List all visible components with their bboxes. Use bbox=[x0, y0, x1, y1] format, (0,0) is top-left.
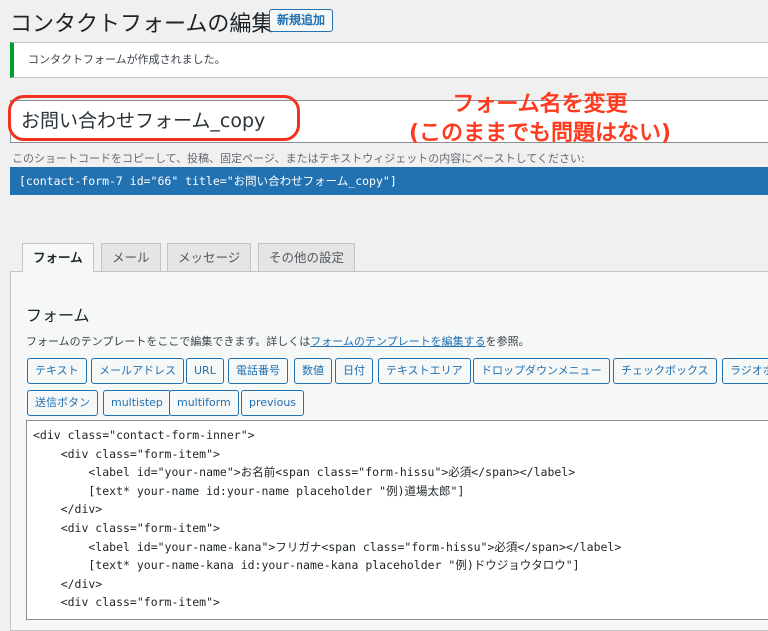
tag-button[interactable]: multiform bbox=[169, 390, 239, 416]
tag-button[interactable]: チェックボックス bbox=[613, 358, 717, 384]
tag-button[interactable]: URL bbox=[186, 358, 224, 384]
panel-description: フォームのテンプレートをここで編集できます。詳しくはフォームのテンプレートを編集… bbox=[26, 333, 530, 349]
code-line: <label id="your-name-kana">フリガナ<span cla… bbox=[33, 539, 622, 554]
code-line: <label id="your-name">お名前<span class="fo… bbox=[33, 465, 576, 480]
code-line: <div class="form-item"> bbox=[33, 446, 220, 461]
code-line: <div class="contact-form-inner"> bbox=[33, 428, 255, 442]
success-notice: コンタクトフォームが作成されました。 bbox=[10, 42, 768, 78]
annotation-line-2: (このままでも問題はない) bbox=[408, 121, 672, 146]
form-template-editor[interactable]: <div class="contact-form-inner"> <div cl… bbox=[26, 420, 768, 620]
annotation-line-1: フォーム名を変更 bbox=[452, 92, 628, 117]
tab-mail[interactable]: メール bbox=[101, 243, 161, 272]
tab-messages[interactable]: メッセージ bbox=[167, 243, 252, 272]
desc-text-end: を参照。 bbox=[485, 335, 530, 348]
tag-button[interactable]: ラジオボ bbox=[722, 358, 768, 384]
tag-button[interactable]: テキスト bbox=[27, 358, 87, 384]
tag-button[interactable]: テキストエリア bbox=[378, 358, 471, 384]
desc-text: フォームのテンプレートをここで編集できます。詳しくは bbox=[26, 335, 311, 348]
code-line: </div> bbox=[33, 576, 103, 591]
template-help-link[interactable]: フォームのテンプレートを編集する bbox=[310, 335, 485, 348]
shortcode-field[interactable]: [contact-form-7 id="66" title="お問い合わせフォー… bbox=[10, 167, 768, 195]
tag-button[interactable]: メールアドレス bbox=[91, 358, 184, 384]
tab-form[interactable]: フォーム bbox=[22, 243, 94, 273]
annotation-highlight bbox=[8, 95, 300, 141]
tag-button[interactable]: 日付 bbox=[335, 358, 373, 384]
code-line: <div class="form-item"> bbox=[33, 595, 220, 610]
tag-button[interactable]: ドロップダウンメニュー bbox=[473, 358, 610, 384]
panel-heading: フォーム bbox=[26, 306, 90, 325]
shortcode-hint: このショートコードをコピーして、投稿、固定ページ、またはテキストウィジェットの内… bbox=[12, 152, 585, 165]
tag-button[interactable]: 数値 bbox=[294, 358, 332, 384]
code-line: [text* your-name id:your-name placeholde… bbox=[33, 483, 465, 498]
tag-button[interactable]: multistep bbox=[103, 390, 171, 416]
add-new-button[interactable]: 新規追加 bbox=[269, 9, 334, 32]
tab-other-settings[interactable]: その他の設定 bbox=[258, 243, 356, 272]
code-line: </div> bbox=[33, 502, 103, 517]
code-line: <div class="form-item"> bbox=[33, 520, 220, 535]
page-title: コンタクトフォームの編集 bbox=[10, 12, 274, 37]
tag-button[interactable]: 電話番号 bbox=[228, 358, 288, 384]
annotation-text: フォーム名を変更 (このままでも問題はない) bbox=[375, 90, 705, 148]
tag-button[interactable]: previous bbox=[241, 390, 305, 416]
tag-button[interactable]: 送信ボタン bbox=[27, 390, 98, 416]
code-line: [text* your-name-kana id:your-name-kana … bbox=[33, 558, 580, 573]
